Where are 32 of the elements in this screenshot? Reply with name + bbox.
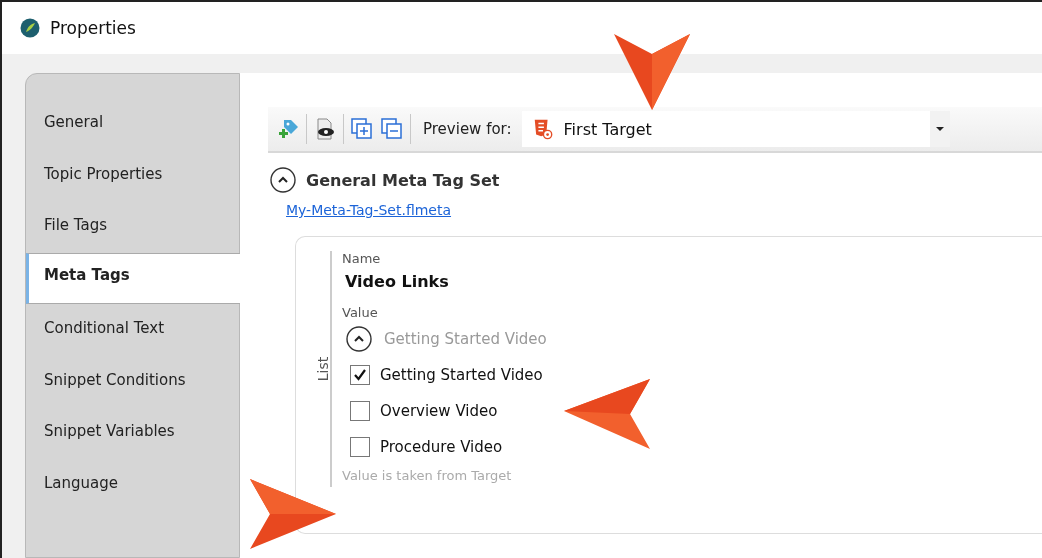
tag-name: Video Links <box>345 272 449 291</box>
section-heading: General Meta Tag Set <box>306 170 500 190</box>
checkbox[interactable] <box>350 401 370 421</box>
sidebar-tab[interactable]: Language <box>26 458 239 510</box>
sidebar-tab[interactable]: Meta Tags <box>26 252 240 304</box>
collapse-all-icon[interactable] <box>380 117 404 141</box>
caret-icon <box>935 127 944 131</box>
file-link[interactable]: My-Meta-Tag-Set.flmeta <box>286 202 452 218</box>
field-label: Name <box>342 251 381 266</box>
checkbox[interactable] <box>350 365 370 385</box>
checkbox[interactable] <box>350 437 370 457</box>
sidebar-tab[interactable]: Snippet Variables <box>26 407 239 459</box>
hint-text: Value is taken from Target <box>342 468 512 483</box>
group-title: Getting Started Video <box>384 330 547 348</box>
checkbox-label: Overview Video <box>380 402 498 420</box>
collapse-button[interactable] <box>270 167 296 193</box>
expand-all-icon[interactable] <box>350 117 374 141</box>
checkbox-label: Getting Started Video <box>380 366 543 384</box>
field-label: Value <box>342 305 378 320</box>
checkbox-label: Procedure Video <box>380 438 503 456</box>
sidebar-tab[interactable]: Topic Properties <box>26 149 239 201</box>
sidebar-tab[interactable]: Snippet Conditions <box>26 355 239 407</box>
app-logo-icon <box>20 18 40 38</box>
collapse-button[interactable] <box>346 326 372 352</box>
sidebar-tab[interactable]: Conditional Text <box>26 304 239 356</box>
tag-add-icon[interactable] <box>276 117 300 141</box>
target-dropdown[interactable]: First Target <box>521 111 950 147</box>
sidebar-tab[interactable]: General <box>26 98 239 150</box>
window-title: Properties <box>50 18 136 38</box>
type-label: List <box>315 356 331 382</box>
preview-label: Preview for: <box>423 120 512 138</box>
sidebar-tab[interactable]: File Tags <box>26 201 239 253</box>
